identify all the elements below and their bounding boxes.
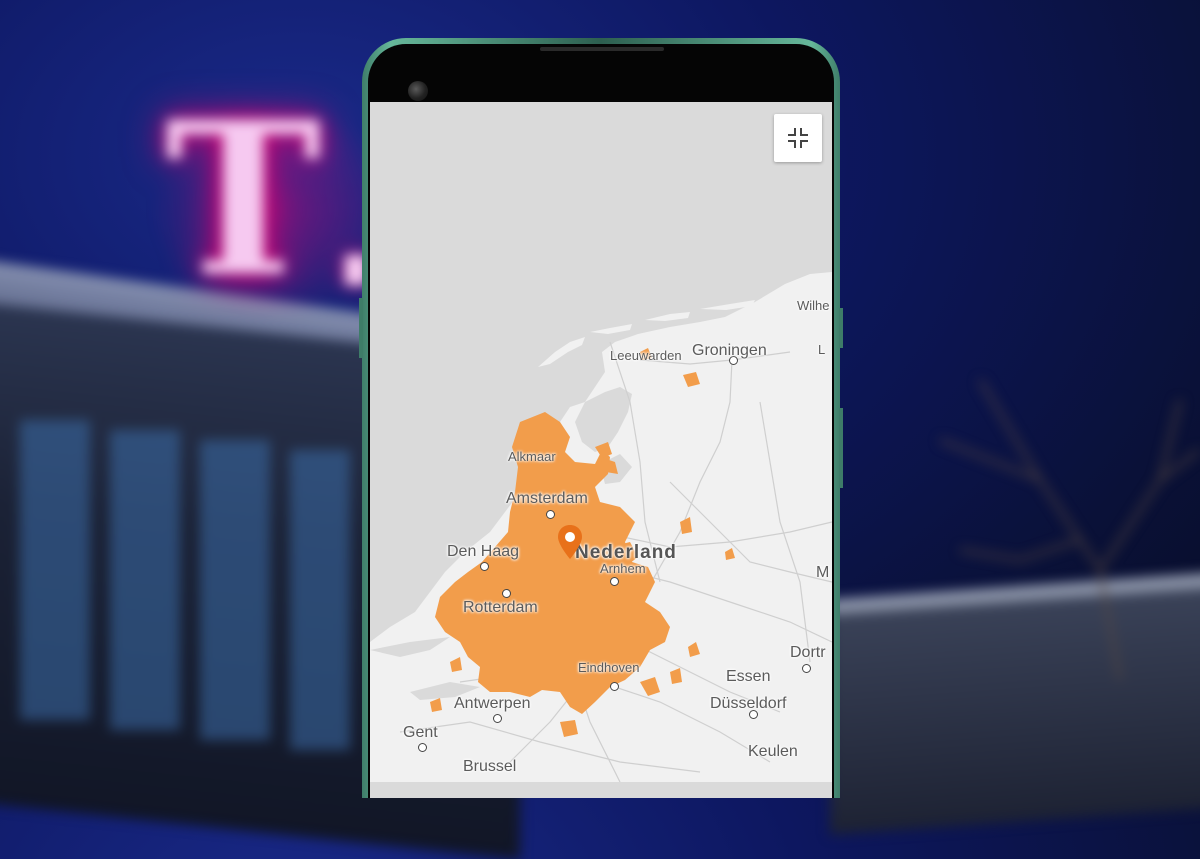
city-dot-antwerpen	[493, 714, 502, 723]
earpiece-speaker	[540, 47, 664, 51]
map-label-arnhem: Arnhem	[600, 561, 646, 576]
city-dot-arnhem	[610, 577, 619, 586]
map-view[interactable]: Wilhe Leeuwarden Groningen L Alkmaar Ams…	[370, 102, 832, 798]
building-window	[200, 440, 270, 740]
map-label-dusseldorf: Düsseldorf	[710, 695, 787, 712]
brand-logo: T	[165, 76, 322, 323]
map-label-brussel: Brussel	[463, 758, 517, 775]
city-dot-gent	[418, 743, 427, 752]
map-label-gent: Gent	[403, 724, 438, 741]
location-pin-icon[interactable]	[558, 525, 582, 559]
map-label-eindhoven: Eindhoven	[578, 660, 640, 675]
city-dot-den-haag	[480, 562, 489, 571]
building-window	[110, 430, 180, 730]
side-button	[839, 308, 843, 348]
map-label-keulen: Keulen	[748, 743, 798, 760]
map-label-groningen: Groningen	[692, 342, 767, 359]
side-button	[359, 298, 363, 358]
map-label-dortmund: Dortr	[790, 644, 826, 661]
city-dot-rotterdam	[502, 589, 511, 598]
map-label-leeuwarden: Leeuwarden	[610, 348, 682, 363]
side-button	[839, 408, 843, 488]
map-label-lingen: L	[818, 342, 826, 357]
map-label-wilhelmshaven: Wilhe	[797, 298, 830, 313]
front-camera	[408, 81, 428, 101]
map-label-rotterdam: Rotterdam	[463, 599, 538, 616]
city-dot-dortmund	[802, 664, 811, 673]
building-window	[20, 420, 90, 720]
map-label-amsterdam: Amsterdam	[506, 490, 588, 507]
phone-frame: Wilhe Leeuwarden Groningen L Alkmaar Ams…	[359, 38, 843, 798]
tree-branches	[939, 378, 1200, 680]
city-dot-amsterdam	[546, 510, 555, 519]
exit-fullscreen-icon	[788, 128, 808, 148]
building-window	[290, 450, 350, 750]
city-dot-eindhoven	[610, 682, 619, 691]
phone-bezel: Wilhe Leeuwarden Groningen L Alkmaar Ams…	[368, 44, 834, 798]
exit-fullscreen-button[interactable]	[774, 114, 822, 162]
map-label-den-haag: Den Haag	[447, 543, 520, 560]
map-label-antwerpen: Antwerpen	[454, 695, 531, 712]
map-label-alkmaar: Alkmaar	[508, 449, 556, 464]
map-label-essen: Essen	[726, 668, 771, 685]
map-label-munster: M	[816, 564, 830, 581]
